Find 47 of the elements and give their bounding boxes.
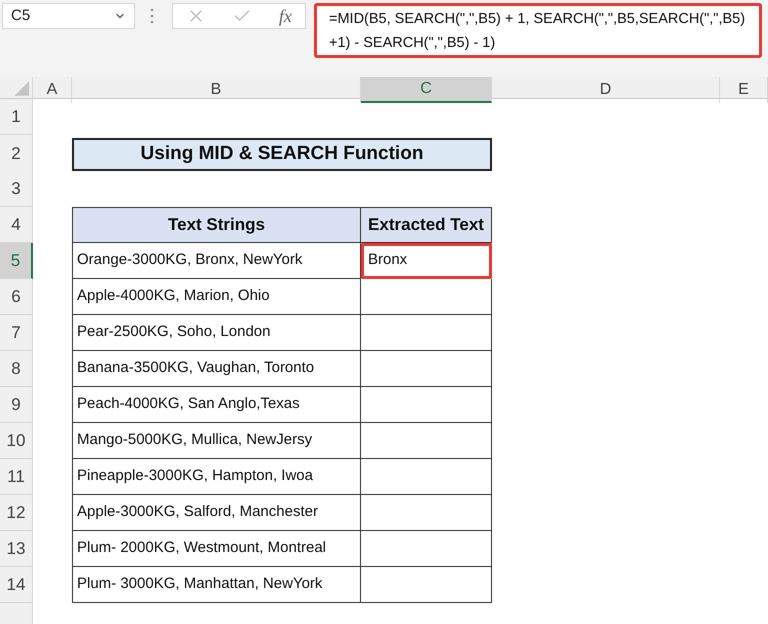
table-cell: Mango-5000KG, Mullica, NewJersy [72,423,361,459]
table-cell[interactable]: Bronx [361,243,492,279]
table-cell[interactable] [361,279,492,315]
row-header[interactable]: 12 [0,495,33,531]
formula-text: +1) - SEARCH(",",B5) - 1) [329,34,496,52]
table-cell[interactable] [361,387,492,423]
column-header[interactable]: C [361,77,492,103]
formula-text: =MID(B5, SEARCH(",",B5) + 1, SEARCH(",",B5,SEARCH(",",B5) [329,10,746,28]
row-header[interactable]: 6 [0,279,33,315]
insert-function-button[interactable]: fx [278,7,292,25]
row-header[interactable]: 4 [0,207,33,243]
table-cell[interactable] [361,423,492,459]
row-header[interactable]: 10 [0,423,33,459]
row-header[interactable]: 13 [0,531,33,567]
row-header[interactable]: 7 [0,315,33,351]
table-cell[interactable] [361,351,492,387]
row-header[interactable]: 1 [0,99,33,135]
drag-handle-icon[interactable] [150,8,154,24]
name-box[interactable]: C5 [2,3,135,29]
formula-field[interactable]: =MID(B5, SEARCH(",",B5) + 1, SEARCH(",",B5,SEARCH(",",B5) +1) - SEARCH(",",B5) - 1) [314,3,762,58]
table-cell: Plum- 2000KG, Westmount, Montreal [72,531,361,567]
row-header[interactable]: 14 [0,567,33,603]
column-header[interactable]: D [492,77,720,103]
row-header[interactable]: 2 [0,135,33,174]
table-cell: Apple-3000KG, Salford, Manchester [72,495,361,531]
header-cell: Text Strings [72,207,361,243]
header-cell: Extracted Text [361,207,492,243]
table-cell[interactable] [361,531,492,567]
table-cell[interactable] [361,315,492,351]
table-cell[interactable] [361,495,492,531]
table-cell: Pineapple-3000KG, Hampton, Iwoa [72,459,361,495]
table-cell[interactable] [361,459,492,495]
cell-reference: C5 [11,6,30,26]
row-header[interactable]: 8 [0,351,33,387]
row-header[interactable]: 11 [0,459,33,495]
column-header[interactable]: E [720,77,768,103]
row-header[interactable]: 9 [0,387,33,423]
table-cell: Banana-3500KG, Vaughan, Toronto [72,351,361,387]
table-cell: Pear-2500KG, Soho, London [72,315,361,351]
table-cell: Orange-3000KG, Bronx, NewYork [72,243,361,279]
table-cell: Peach-4000KG, San Anglo,Texas [72,387,361,423]
title-cell: Using MID & SEARCH Function [72,138,492,170]
table-cell[interactable] [361,567,492,603]
table-cell: Plum- 3000KG, Manhattan, NewYork [72,567,361,603]
row-header[interactable]: 3 [0,171,33,207]
table-cell: Apple-4000KG, Marion, Ohio [72,279,361,315]
row-header[interactable]: 5 [0,243,33,279]
